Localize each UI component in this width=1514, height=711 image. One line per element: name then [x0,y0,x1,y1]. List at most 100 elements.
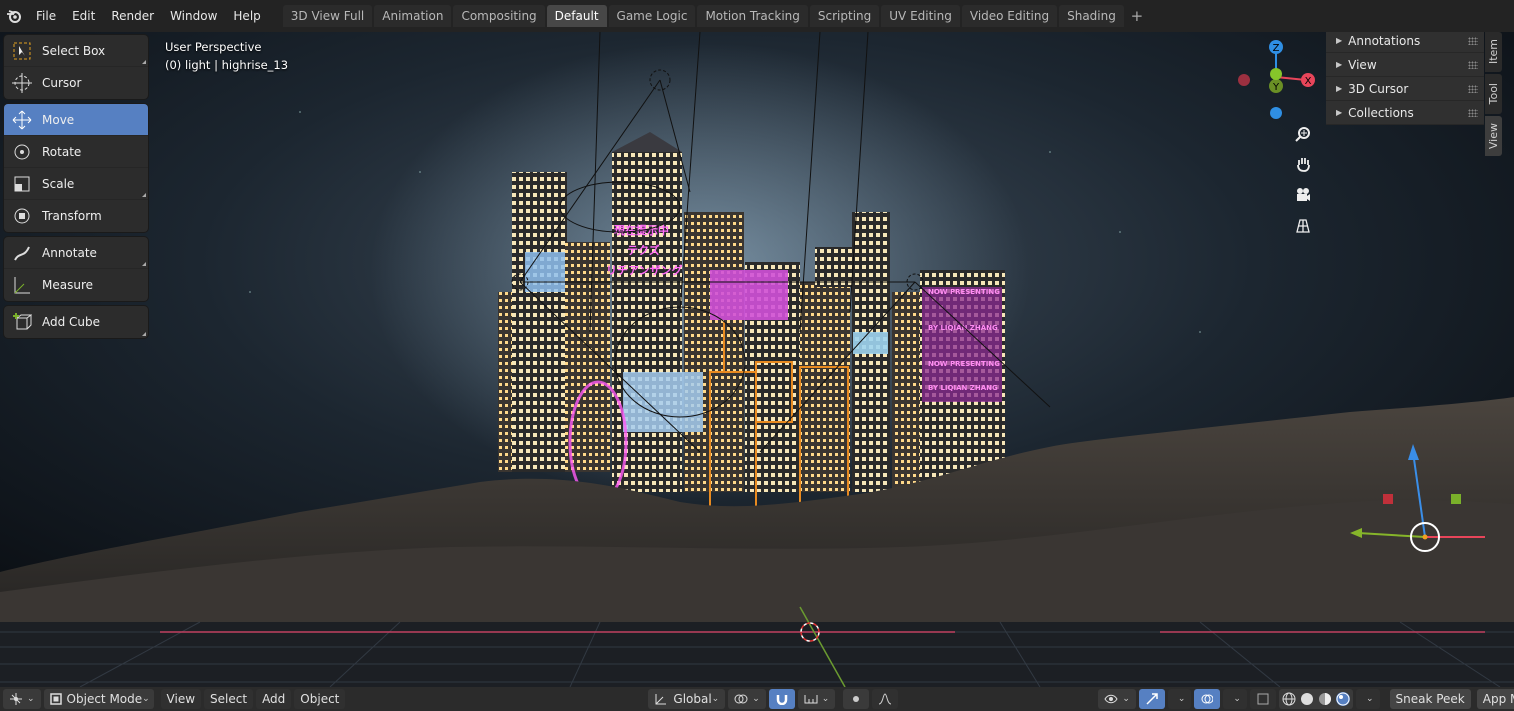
snap-increment-icon [804,692,818,706]
tab-compositing[interactable]: Compositing [453,5,545,27]
solid-shading-icon[interactable] [1300,692,1314,706]
axis-z-label: Z [1273,43,1280,54]
blender-logo-icon[interactable] [0,0,28,32]
add-cube-tool[interactable]: Add Cube [4,306,148,338]
view-menu[interactable]: View [160,689,202,709]
billboard-now-1: NOW PRESENTING [928,288,1000,296]
panel-3d-cursor[interactable]: ▶ 3D Cursor [1326,77,1484,101]
rendered-shading-icon[interactable] [1335,692,1350,706]
overlays-dropdown[interactable]: ⌄ [1223,689,1247,709]
camera-icon[interactable] [1291,183,1315,207]
tool-group-select: Select Box Cursor [4,35,148,99]
visibility-dropdown[interactable]: ⌄ [1098,689,1136,709]
app-manager-button[interactable]: App Manager [1476,689,1514,709]
shading-modes [1278,689,1353,709]
drag-grip-icon[interactable] [1468,37,1478,45]
sneak-peek-button[interactable]: Sneak Peek [1389,689,1471,709]
gizmo-toggle[interactable] [1138,689,1165,709]
cursor-tool[interactable]: Cursor [4,67,148,99]
axis-x-label: X [1305,76,1312,87]
rotate-tool[interactable]: Rotate [4,136,148,168]
add-menu[interactable]: Add [256,689,292,709]
active-object-label: (0) light | highrise_13 [165,58,289,72]
tab-shading[interactable]: Shading [1059,5,1124,27]
scale-tool[interactable]: Scale [4,168,148,200]
viewport-header: ⌄ Object Mode ⌄ View Select Add Object G… [0,687,1514,711]
sidebar-tabs: Item Tool View [1485,32,1502,158]
select-box-tool[interactable]: Select Box [4,35,148,67]
zoom-icon[interactable] [1291,122,1315,146]
billboard-text-jp3: リチアンザング [606,263,683,277]
object-mode-dropdown[interactable]: Object Mode ⌄ [43,689,154,709]
snap-toggle[interactable] [768,689,795,709]
drag-grip-icon[interactable] [1468,61,1478,69]
annotate-tool[interactable]: Annotate [4,237,148,269]
gizmo-dropdown[interactable]: ⌄ [1167,689,1192,709]
select-menu[interactable]: Select [204,689,254,709]
tab-animation[interactable]: Animation [374,5,452,27]
panel-collections[interactable]: ▶ Collections [1326,101,1484,125]
tool-options-corner [142,60,146,64]
menu-help[interactable]: Help [225,0,268,32]
sidebar-tab-view[interactable]: View [1485,116,1502,156]
perspective-grid-icon[interactable] [1291,214,1315,238]
menu-render[interactable]: Render [103,0,162,32]
snap-target-dropdown[interactable]: ⌄ [797,689,836,709]
eye-icon [1104,692,1118,706]
tool-group-add: Add Cube [4,306,148,338]
expand-triangle-icon: ▶ [1336,60,1343,69]
tab-default[interactable]: Default [546,5,607,27]
tab-game-logic[interactable]: Game Logic [608,5,696,27]
chevron-down-icon: ⌄ [752,694,760,704]
top-bar: File Edit Render Window Help 3D View Ful… [0,0,1514,32]
pan-hand-icon[interactable] [1291,152,1315,176]
navigation-gizmo[interactable]: Z X Y [1230,37,1320,122]
xray-toggle[interactable] [1249,689,1276,709]
3d-view-icon [9,692,23,706]
object-menu[interactable]: Object [294,689,346,709]
overlays-toggle[interactable] [1194,689,1221,709]
tool-options-corner [142,262,146,266]
transform-tool[interactable]: Transform [4,200,148,232]
tab-scripting[interactable]: Scripting [809,5,880,27]
material-shading-icon[interactable] [1318,692,1332,706]
drag-grip-icon[interactable] [1468,85,1478,93]
panel-annotations[interactable]: ▶ Annotations [1326,32,1484,53]
expand-triangle-icon: ▶ [1336,36,1343,45]
tab-motion-tracking[interactable]: Motion Tracking [697,5,808,27]
sidebar-tab-tool[interactable]: Tool [1485,74,1502,114]
tool-options-corner [142,332,146,336]
gizmo-icon [1145,692,1159,706]
axis-y-label: Y [1272,82,1280,93]
menu-window[interactable]: Window [162,0,225,32]
3d-viewport[interactable]: 現在提示中 テクズ リチアンザング NOW PRESENTING BY LIQI… [0,32,1514,687]
workspace-tabs: 3D View Full Animation Compositing Defau… [282,5,1146,27]
annotate-icon [10,241,34,265]
billboard-now-2: NOW PRESENTING [928,360,1000,368]
editor-type-button[interactable]: ⌄ [3,689,41,709]
menu-file[interactable]: File [28,0,64,32]
falloff-dropdown[interactable] [872,689,899,709]
measure-tool[interactable]: Measure [4,269,148,301]
tool-shelf: Select Box Cursor Move Rotate Scale Tran… [4,35,148,343]
wireframe-shading-icon[interactable] [1282,692,1296,706]
proportional-edit-icon [849,692,863,706]
orientation-icon [654,692,668,706]
expand-triangle-icon: ▶ [1336,108,1343,117]
move-tool[interactable]: Move [4,104,148,136]
chevron-down-icon: ⌄ [1122,694,1130,704]
tab-3d-view-full[interactable]: 3D View Full [282,5,373,27]
drag-grip-icon[interactable] [1468,109,1478,117]
shading-dropdown[interactable]: ⌄ [1355,689,1380,709]
sidebar-tab-item[interactable]: Item [1485,32,1502,72]
pivot-point-dropdown[interactable]: ⌄ [728,689,766,709]
transform-orientation-dropdown[interactable]: Global ⌄ [648,689,726,709]
add-workspace-icon[interactable]: + [1128,5,1146,27]
menu-edit[interactable]: Edit [64,0,103,32]
tool-options-corner [142,193,146,197]
tab-uv-editing[interactable]: UV Editing [881,5,960,27]
proportional-edit-toggle[interactable] [843,689,870,709]
chevron-down-icon: ⌄ [821,694,830,704]
panel-view[interactable]: ▶ View [1326,53,1484,77]
tab-video-editing[interactable]: Video Editing [961,5,1058,27]
